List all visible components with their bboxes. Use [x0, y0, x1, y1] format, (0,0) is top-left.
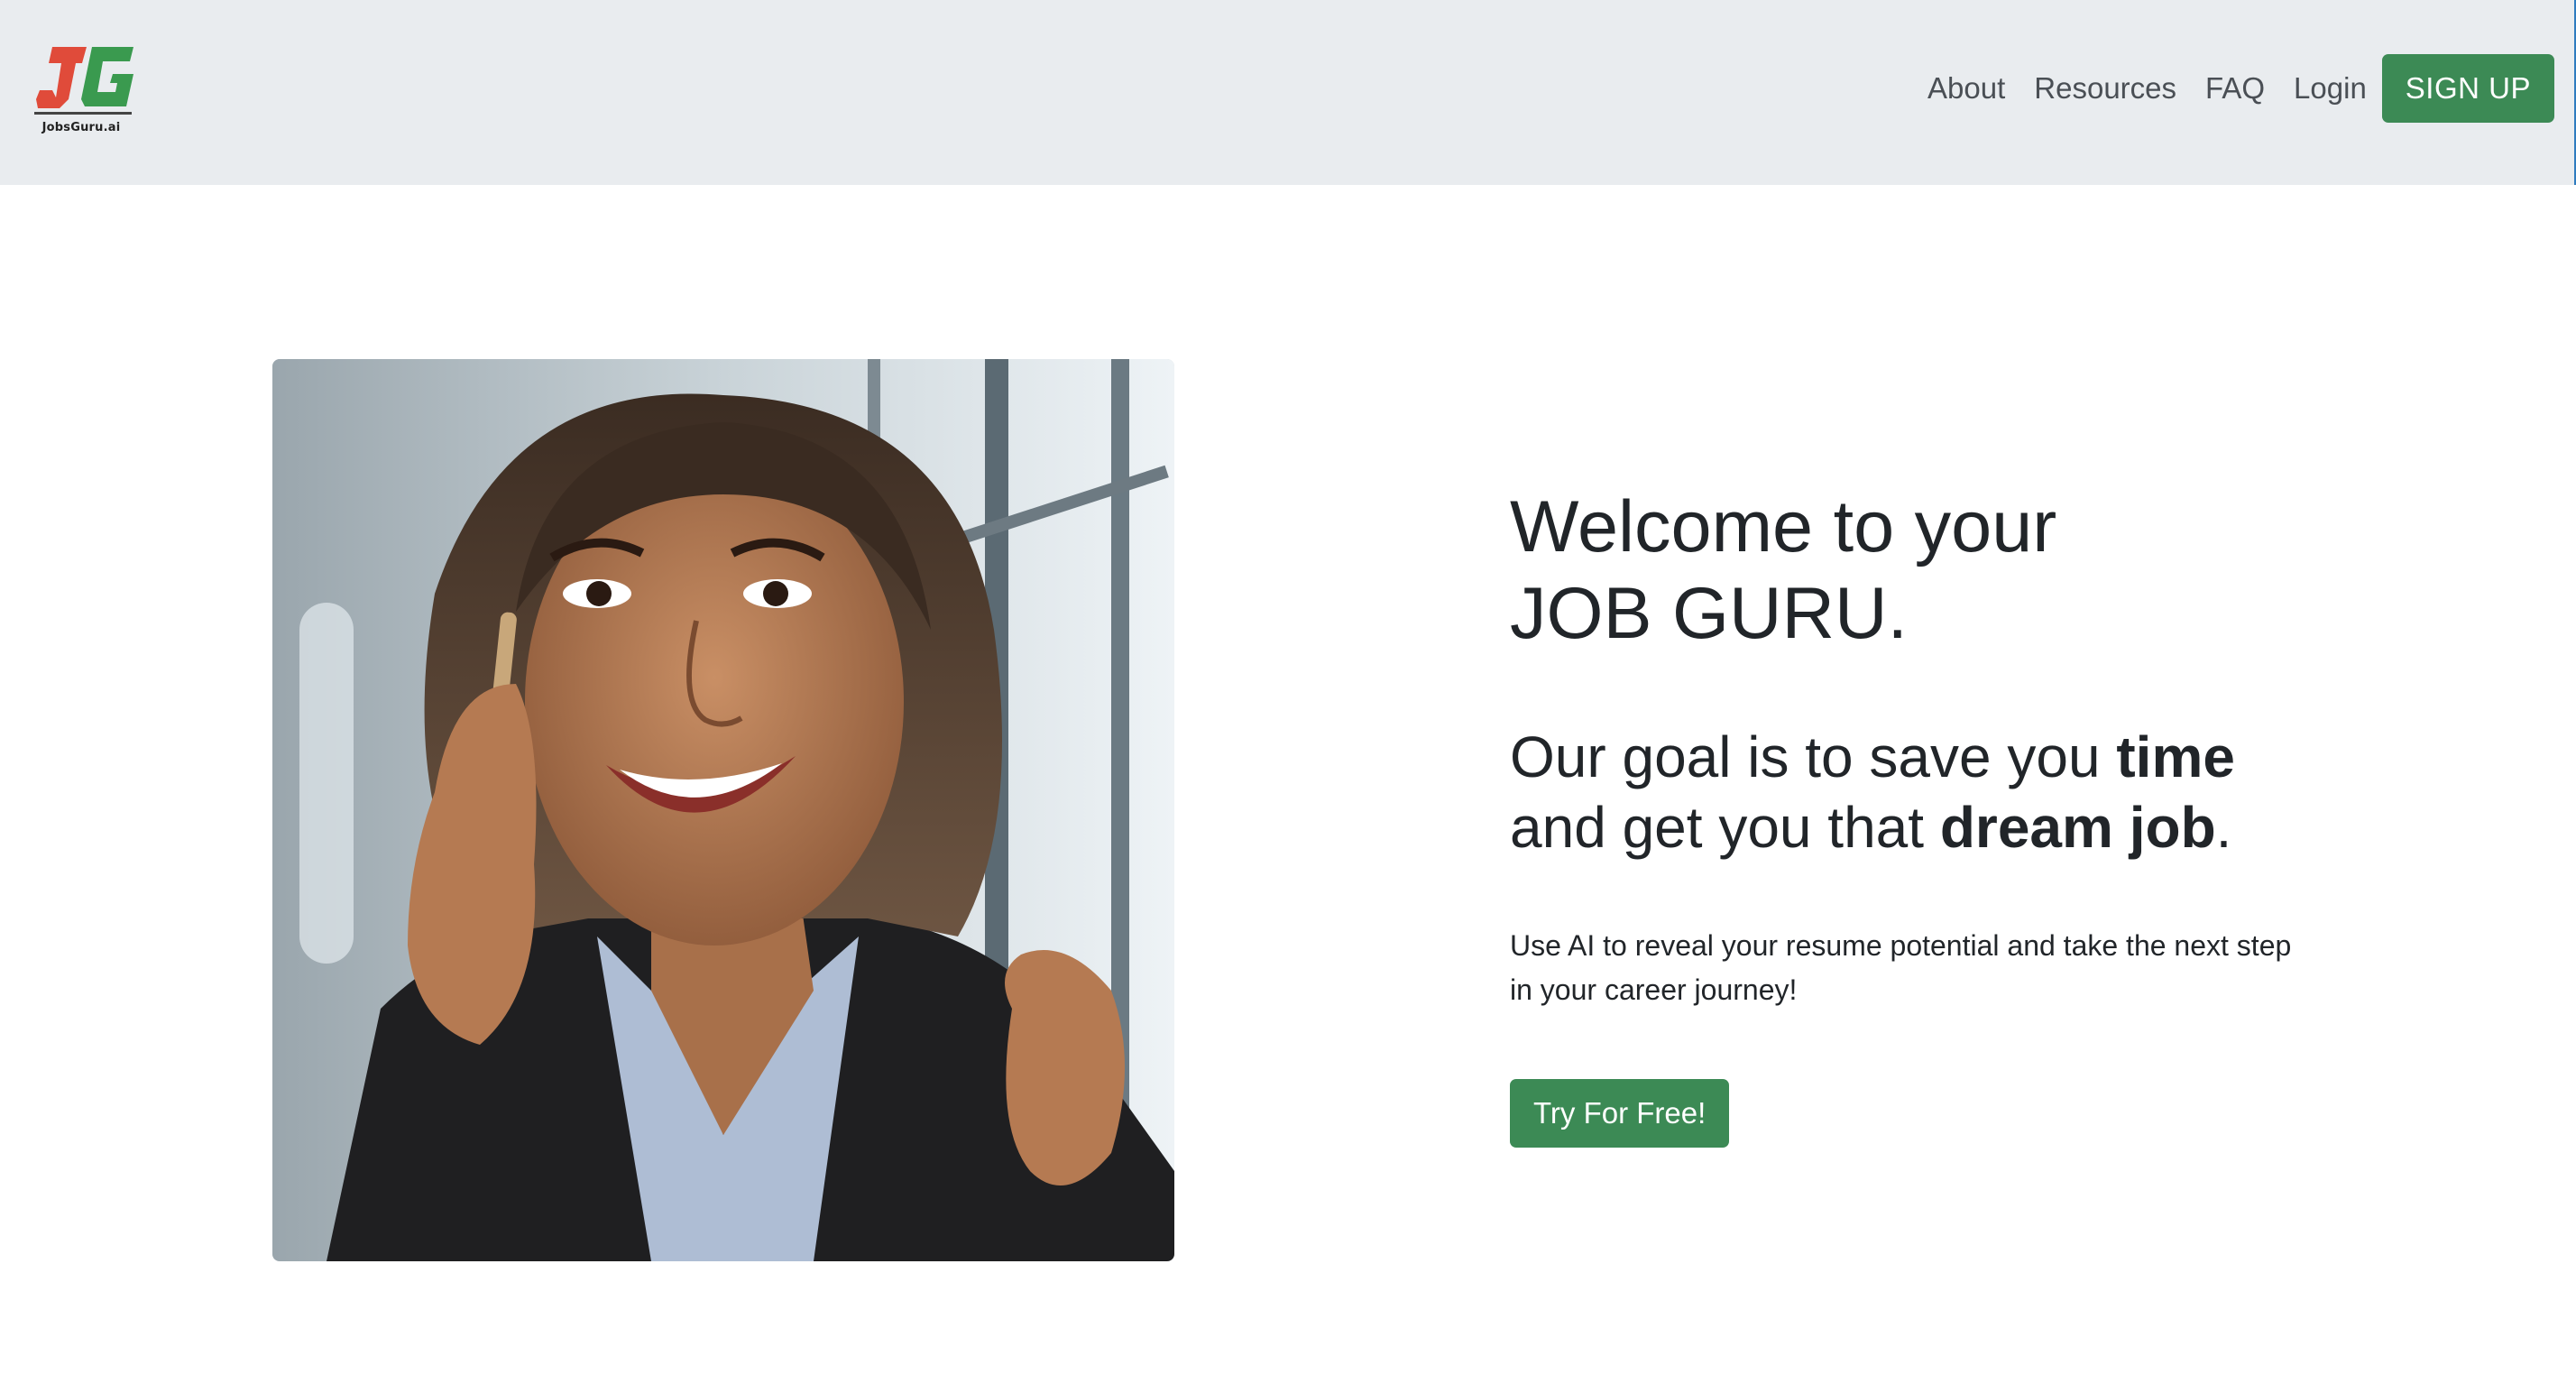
- jobsguru-logo[interactable]: JobsGuru.ai: [32, 43, 141, 137]
- hero-photo: [272, 359, 1174, 1261]
- goal-statement: Our goal is to save you time and get you…: [1510, 722, 2412, 863]
- jg-logo-icon: [34, 47, 133, 115]
- nav-link-resources[interactable]: Resources: [2034, 71, 2176, 106]
- nav-link-login[interactable]: Login: [2294, 71, 2367, 106]
- hero-heading: Welcome to your JOB GURU.: [1510, 484, 2412, 657]
- goal-text-1: Our goal is to save you: [1510, 724, 2117, 789]
- nav-link-faq[interactable]: FAQ: [2205, 71, 2265, 106]
- hero-heading-line2: JOB GURU.: [1510, 573, 1909, 654]
- goal-text-2: and get you that: [1510, 795, 1940, 860]
- hero-description: Use AI to reveal your resume potential a…: [1510, 929, 2292, 1006]
- logo-text: JobsGuru.ai: [41, 121, 121, 134]
- smiling-woman-photo-icon: [272, 359, 1174, 1261]
- hero-text-section: Welcome to your JOB GURU. Our goal is to…: [1510, 484, 2412, 1148]
- top-navbar: JobsGuru.ai About Resources FAQ Login SI…: [0, 0, 2576, 185]
- signup-button[interactable]: SIGN UP: [2381, 54, 2554, 123]
- try-for-free-button[interactable]: Try For Free!: [1510, 1079, 1730, 1148]
- hero-heading-line1: Welcome to your: [1510, 486, 2057, 567]
- nav-link-about[interactable]: About: [1927, 71, 2005, 106]
- goal-period: .: [2215, 795, 2232, 860]
- goal-bold-dream-job: dream job: [1939, 795, 2216, 860]
- goal-bold-time: time: [2116, 724, 2235, 789]
- main-nav: About Resources FAQ Login SIGN UP: [1927, 54, 2554, 123]
